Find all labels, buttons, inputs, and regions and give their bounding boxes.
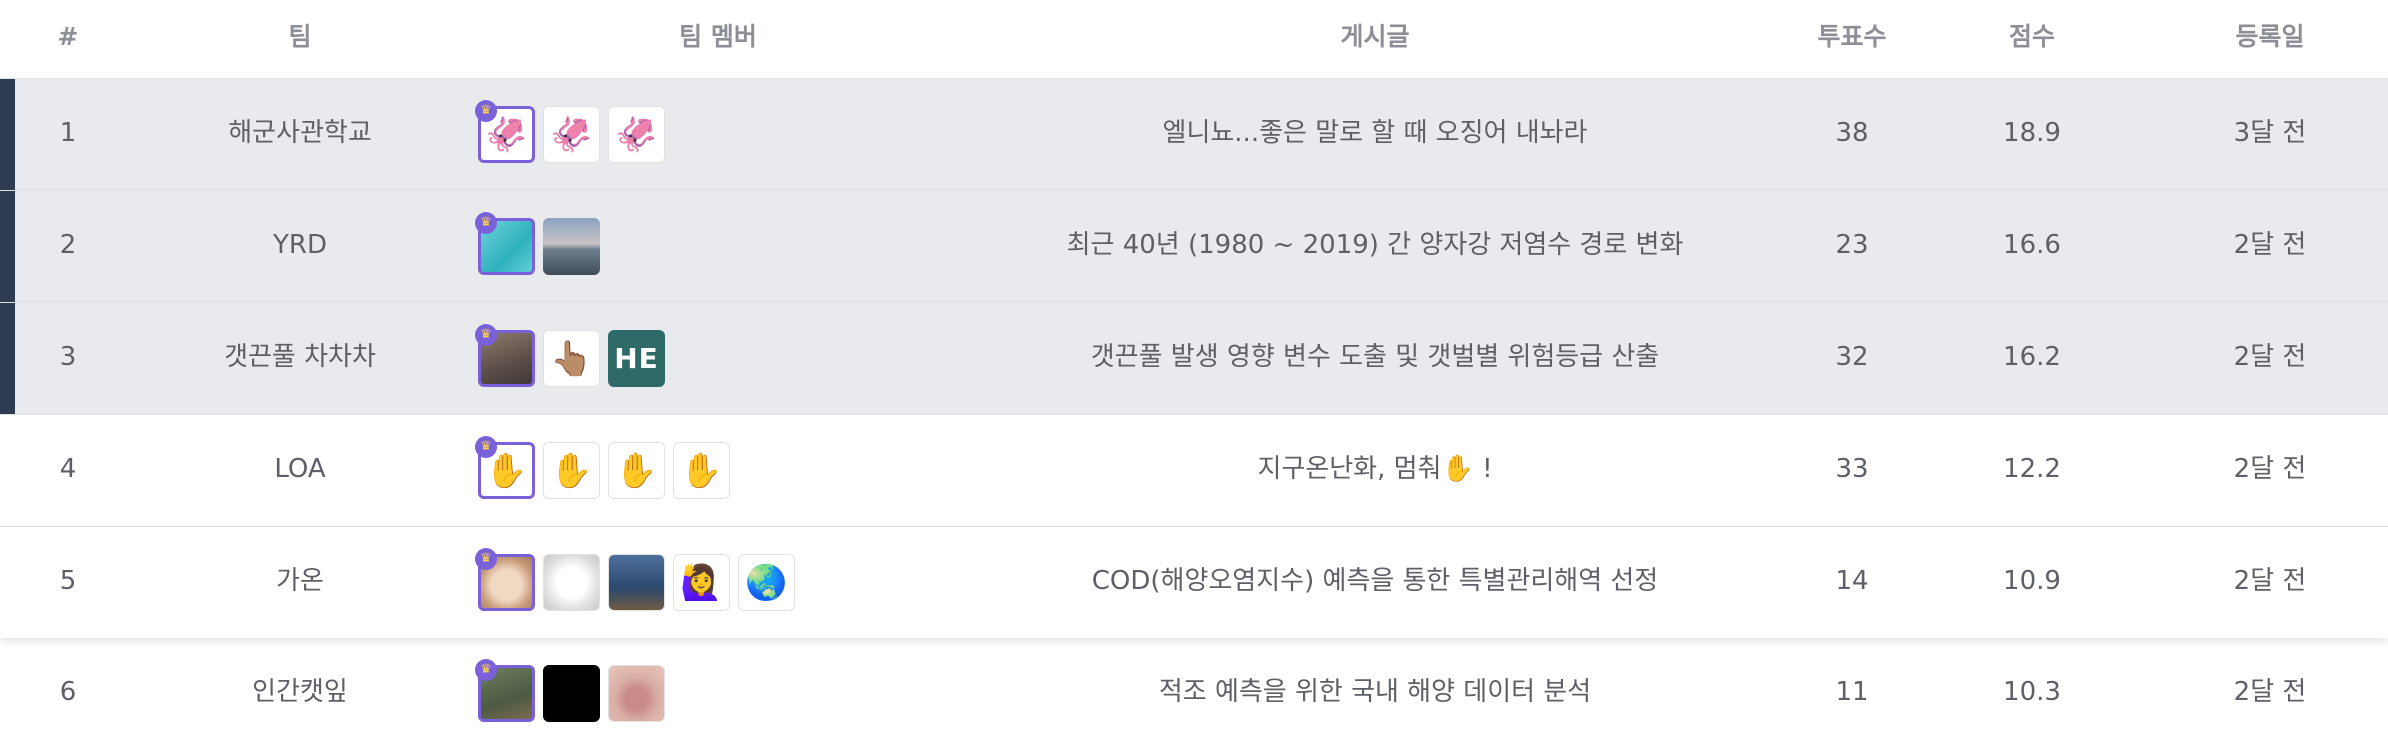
date-cell: 2달 전 <box>2233 454 2307 484</box>
person-photo-avatar[interactable]: ♛ <box>475 324 535 387</box>
col-team-header: 팀 <box>288 22 312 51</box>
rank-cell: 4 <box>59 454 77 484</box>
post-title-link[interactable]: 지구온난화, 멈춰✋ ! <box>1000 415 1750 526</box>
votes-cell: 11 <box>1835 677 1869 707</box>
date-cell: 2달 전 <box>2233 342 2307 372</box>
team-members: ♛ 🙋‍♀️ 🌏 <box>475 548 795 612</box>
rank-cell: 3 <box>59 342 77 372</box>
rank-cell: 1 <box>59 118 77 148</box>
table-row[interactable]: 2 YRD ♛ 최근 40년 (1980 ~ 2019) 간 양자강 저염수 경… <box>0 191 2388 303</box>
crown-icon: ♛ <box>475 212 497 234</box>
squid-avatar[interactable]: 🦑 <box>543 106 600 163</box>
otter-avatar[interactable] <box>608 554 665 611</box>
score-cell: 18.9 <box>2003 118 2061 148</box>
votes-cell: 38 <box>1835 118 1869 148</box>
squid-avatar[interactable]: 🦑 <box>608 106 665 163</box>
table-row[interactable]: 4 LOA ♛ ✋ ✋ ✋ ✋ 지구온난화, 멈춰✋ ! 33 12.2 2달 전 <box>0 415 2388 527</box>
raised-hand-avatar[interactable]: ✋ <box>673 442 730 499</box>
team-members: ♛ <box>475 659 665 723</box>
black-avatar[interactable] <box>543 665 600 722</box>
initials-avatar[interactable]: HE <box>608 330 665 387</box>
post-title-link[interactable]: COD(해양오염지수) 예측을 통한 특별관리해역 선정 <box>1000 527 1750 638</box>
sea-horizon-avatar[interactable] <box>543 218 600 275</box>
raised-hand-avatar[interactable]: ✋ <box>608 442 665 499</box>
team-name[interactable]: LOA <box>200 415 400 526</box>
team-members: ♛ ✋ ✋ ✋ ✋ <box>475 436 730 500</box>
white-dog-avatar[interactable] <box>543 554 600 611</box>
post-title-link[interactable]: 적조 예측을 위한 국내 해양 데이터 분석 <box>1000 638 1750 749</box>
votes-cell: 32 <box>1835 342 1869 372</box>
votes-cell: 14 <box>1835 566 1869 596</box>
raised-hand-avatar[interactable]: ✋ <box>543 442 600 499</box>
crown-icon: ♛ <box>475 324 497 346</box>
post-title-link[interactable]: 엘니뇨...좋은 말로 할 때 오징어 내놔라 <box>1000 79 1750 190</box>
table-header: # 팀 팀 멤버 게시글 투표수 점수 등록일 <box>0 0 2388 79</box>
date-cell: 3달 전 <box>2233 118 2307 148</box>
col-score-header: 점수 <box>2008 22 2055 51</box>
leaderboard-table: # 팀 팀 멤버 게시글 투표수 점수 등록일 1 해군사관학교 ♛ 🦑 🦑 🦑 … <box>0 0 2388 749</box>
crown-icon: ♛ <box>475 548 497 570</box>
team-name[interactable]: 인간캣잎 <box>200 638 400 749</box>
score-cell: 16.6 <box>2003 230 2061 260</box>
post-title-link[interactable]: 최근 40년 (1980 ~ 2019) 간 양자강 저염수 경로 변화 <box>1000 191 1750 302</box>
col-members-header: 팀 멤버 <box>679 22 757 51</box>
col-rank-header: # <box>57 22 79 51</box>
crown-icon: ♛ <box>475 436 497 458</box>
kitten-avatar[interactable]: ♛ <box>475 548 535 611</box>
team-name[interactable]: 해군사관학교 <box>200 79 400 190</box>
date-cell: 2달 전 <box>2233 230 2307 260</box>
col-post-header: 게시글 <box>1340 22 1410 51</box>
score-cell: 10.9 <box>2003 566 2061 596</box>
rank-cell: 6 <box>59 677 77 707</box>
date-cell: 2달 전 <box>2233 566 2307 596</box>
lips-photo-avatar[interactable] <box>608 665 665 722</box>
rank-cell: 2 <box>59 230 77 260</box>
votes-cell: 33 <box>1835 454 1869 484</box>
capybara-avatar[interactable]: ♛ <box>475 659 535 722</box>
person-pointing-up-avatar[interactable]: 👆🏽 <box>543 330 600 387</box>
col-votes-header: 투표수 <box>1817 22 1887 51</box>
earth-avatar[interactable]: 🌏 <box>738 554 795 611</box>
sea-water-avatar[interactable]: ♛ <box>475 212 535 275</box>
score-cell: 16.2 <box>2003 342 2061 372</box>
table-row[interactable]: 1 해군사관학교 ♛ 🦑 🦑 🦑 엘니뇨...좋은 말로 할 때 오징어 내놔라 … <box>0 79 2388 191</box>
post-title-link[interactable]: 갯끈풀 발생 영향 변수 도출 및 갯벌별 위험등급 산출 <box>1000 303 1750 414</box>
col-date-header: 등록일 <box>2235 22 2305 51</box>
table-row[interactable]: 6 인간캣잎 ♛ 적조 예측을 위한 국내 해양 데이터 분석 11 10.3 … <box>0 638 2388 749</box>
team-name[interactable]: YRD <box>200 191 400 302</box>
score-cell: 12.2 <box>2003 454 2061 484</box>
table-row[interactable]: 5 가온 ♛ 🙋‍♀️ 🌏 COD(해양오염지수) 예측을 통한 특별관리해역 … <box>0 527 2388 638</box>
score-cell: 10.3 <box>2003 677 2061 707</box>
raised-hand-avatar[interactable]: ♛ ✋ <box>475 436 535 499</box>
votes-cell: 23 <box>1835 230 1869 260</box>
squid-avatar[interactable]: ♛ 🦑 <box>475 100 535 163</box>
team-members: ♛ <box>475 212 600 276</box>
team-name[interactable]: 가온 <box>200 527 400 638</box>
team-name[interactable]: 갯끈풀 차차차 <box>200 303 400 414</box>
team-members: ♛ 🦑 🦑 🦑 <box>475 100 665 164</box>
crown-icon: ♛ <box>475 659 497 681</box>
rank-cell: 5 <box>59 566 77 596</box>
table-row[interactable]: 3 갯끈풀 차차차 ♛ 👆🏽 HE 갯끈풀 발생 영향 변수 도출 및 갯벌별 … <box>0 303 2388 415</box>
date-cell: 2달 전 <box>2233 677 2307 707</box>
team-members: ♛ 👆🏽 HE <box>475 324 665 388</box>
crown-icon: ♛ <box>475 100 497 122</box>
woman-raising-hand-avatar[interactable]: 🙋‍♀️ <box>673 554 730 611</box>
